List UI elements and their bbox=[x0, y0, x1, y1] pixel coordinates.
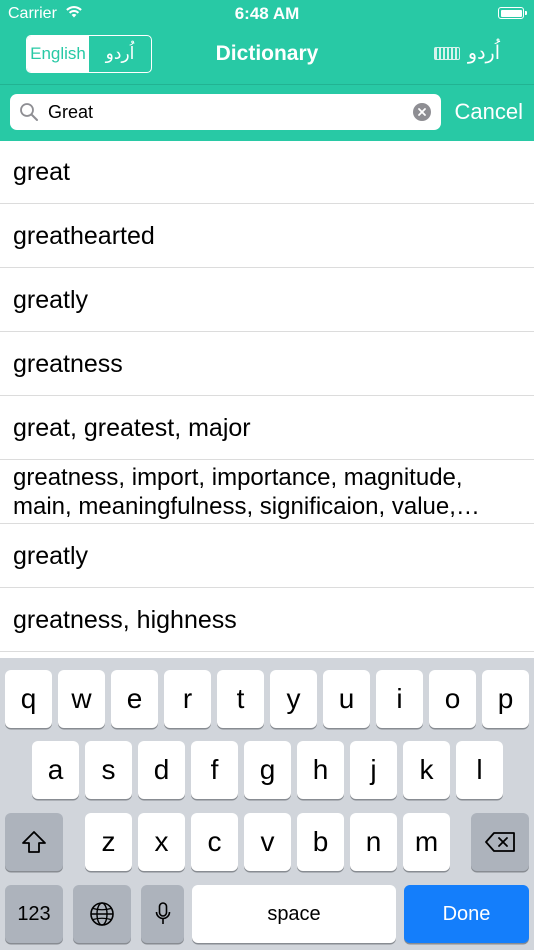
key-x[interactable]: x bbox=[138, 813, 185, 871]
list-item[interactable]: great, greatest, major bbox=[0, 396, 534, 460]
microphone-key[interactable] bbox=[141, 885, 184, 943]
clear-icon[interactable] bbox=[413, 103, 431, 121]
keyboard: q w e r t y u i o p a s d f g h j k l z … bbox=[0, 658, 534, 950]
globe-key[interactable] bbox=[73, 885, 131, 943]
key-m[interactable]: m bbox=[403, 813, 450, 871]
results-list: great greathearted greatly greatness gre… bbox=[0, 140, 534, 652]
key-i[interactable]: i bbox=[376, 670, 423, 728]
key-e[interactable]: e bbox=[111, 670, 158, 728]
list-item-label: greatly bbox=[13, 285, 89, 314]
list-item[interactable]: greathearted bbox=[0, 204, 534, 268]
key-p[interactable]: p bbox=[482, 670, 529, 728]
list-item[interactable]: greatness, import, importance, magnitude… bbox=[0, 460, 534, 524]
key-s[interactable]: s bbox=[85, 741, 132, 799]
cancel-button[interactable]: Cancel bbox=[455, 99, 523, 125]
key-n[interactable]: n bbox=[350, 813, 397, 871]
shift-key[interactable] bbox=[5, 813, 63, 871]
key-a[interactable]: a bbox=[32, 741, 79, 799]
search-input[interactable] bbox=[48, 98, 408, 126]
keyboard-icon bbox=[433, 47, 460, 60]
list-item-label: great bbox=[13, 157, 70, 186]
list-item-label: great, greatest, major bbox=[13, 413, 251, 442]
key-d[interactable]: d bbox=[138, 741, 185, 799]
list-item[interactable]: great bbox=[0, 140, 534, 204]
key-j[interactable]: j bbox=[350, 741, 397, 799]
globe-icon bbox=[90, 902, 114, 926]
key-r[interactable]: r bbox=[164, 670, 211, 728]
key-u[interactable]: u bbox=[323, 670, 370, 728]
key-g[interactable]: g bbox=[244, 741, 291, 799]
key-y[interactable]: y bbox=[270, 670, 317, 728]
key-o[interactable]: o bbox=[429, 670, 476, 728]
key-c[interactable]: c bbox=[191, 813, 238, 871]
status-bar: Carrier 6:48 AM bbox=[0, 0, 534, 28]
key-t[interactable]: t bbox=[217, 670, 264, 728]
key-b[interactable]: b bbox=[297, 813, 344, 871]
search-field[interactable] bbox=[10, 94, 441, 130]
key-h[interactable]: h bbox=[297, 741, 344, 799]
list-item[interactable]: greatness, highness bbox=[0, 588, 534, 652]
list-item[interactable]: greatness bbox=[0, 332, 534, 396]
key-l[interactable]: l bbox=[456, 741, 503, 799]
keyboard-language-button[interactable]: اُردو bbox=[433, 42, 500, 65]
app-header: Carrier 6:48 AM English اُردو Dictionary… bbox=[0, 0, 534, 84]
key-v[interactable]: v bbox=[244, 813, 291, 871]
key-w[interactable]: w bbox=[58, 670, 105, 728]
list-item-label: greathearted bbox=[13, 221, 155, 250]
search-icon bbox=[19, 102, 39, 127]
numbers-key[interactable]: 123 bbox=[5, 885, 63, 943]
status-time: 6:48 AM bbox=[234, 4, 300, 23]
list-item-label: greatness bbox=[13, 349, 123, 378]
list-item-label: greatly bbox=[13, 541, 89, 570]
backspace-key[interactable] bbox=[471, 813, 529, 871]
done-key[interactable]: Done bbox=[404, 885, 529, 943]
list-item-label: greatness, highness bbox=[13, 605, 237, 634]
microphone-icon bbox=[155, 902, 170, 924]
battery-icon bbox=[498, 7, 527, 19]
list-item-label: greatness, import, importance, magnitude… bbox=[13, 463, 463, 520]
backspace-icon bbox=[485, 832, 515, 852]
shift-icon bbox=[22, 831, 46, 853]
key-k[interactable]: k bbox=[403, 741, 450, 799]
list-item[interactable]: greatly bbox=[0, 524, 534, 588]
list-item[interactable]: greatly bbox=[0, 268, 534, 332]
key-q[interactable]: q bbox=[5, 670, 52, 728]
key-z[interactable]: z bbox=[85, 813, 132, 871]
key-f[interactable]: f bbox=[191, 741, 238, 799]
search-bar: Cancel bbox=[0, 84, 534, 141]
keyboard-language-label: اُردو bbox=[467, 43, 500, 64]
space-key[interactable]: space bbox=[192, 885, 396, 943]
